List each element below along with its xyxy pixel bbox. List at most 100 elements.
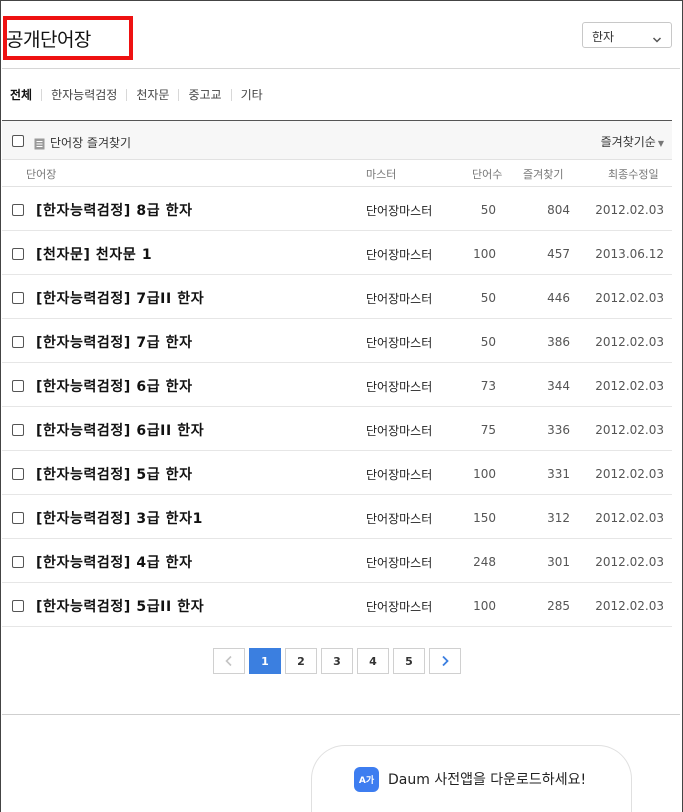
- table-row: [한자능력검정] 5급 한자 단어장마스터 100 331 2012.02.03: [2, 451, 672, 495]
- wordbook-title-link[interactable]: [한자능력검정] 6급 한자: [36, 376, 193, 396]
- favorite-count: 331: [547, 467, 570, 481]
- wordbook-title-link[interactable]: [한자능력검정] 5급 한자: [36, 464, 193, 484]
- app-download-banner[interactable]: A가 Daum 사전앱을 다운로드하세요!: [311, 745, 632, 812]
- wordbook-master: 단어장마스터: [366, 380, 433, 394]
- chevron-down-icon: [652, 30, 662, 49]
- wordbook-title-link[interactable]: [천자문] 천자문 1: [36, 244, 152, 264]
- wordbook-title-link[interactable]: [한자능력검정] 7급II 한자: [36, 288, 204, 308]
- modified-date: 2012.02.03: [595, 203, 664, 217]
- wordbook-master: 단어장마스터: [366, 292, 433, 306]
- wordbook-master: 단어장마스터: [366, 512, 433, 526]
- tab-middle-high-school[interactable]: 중고교: [178, 89, 230, 101]
- modified-date: 2012.02.03: [595, 335, 664, 349]
- wordbook-title-link[interactable]: [한자능력검정] 6급II 한자: [36, 420, 204, 440]
- row-checkbox[interactable]: [12, 600, 24, 612]
- page-button-1[interactable]: 1: [249, 648, 281, 674]
- wordbook-title-link[interactable]: [한자능력검정] 7급 한자: [36, 332, 193, 352]
- wordbook-title-link[interactable]: [한자능력검정] 5급II 한자: [36, 596, 204, 616]
- page-title: 공개단어장: [6, 29, 91, 51]
- favorite-count: 386: [547, 335, 570, 349]
- row-checkbox[interactable]: [12, 248, 24, 260]
- page-header: 공개단어장 한자: [2, 16, 680, 68]
- table-row: [한자능력검정] 4급 한자 단어장마스터 248 301 2012.02.03: [2, 539, 672, 583]
- wordbook-master: 단어장마스터: [366, 248, 433, 262]
- word-count: 75: [480, 423, 496, 437]
- favorite-count: 446: [547, 291, 570, 305]
- column-header-favorites: 즐겨찾기: [523, 168, 564, 181]
- pagination: 1 2 3 4 5: [213, 648, 461, 674]
- tab-hanja-test[interactable]: 한자능력검정: [41, 89, 126, 101]
- wordbook-master: 단어장마스터: [366, 468, 433, 482]
- modified-date: 2012.02.03: [595, 291, 664, 305]
- row-checkbox[interactable]: [12, 292, 24, 304]
- page-button-5[interactable]: 5: [393, 648, 425, 674]
- wordbook-master: 단어장마스터: [366, 556, 433, 570]
- header-divider: [2, 68, 680, 69]
- table-row: [한자능력검정] 8급 한자 단어장마스터 50 804 2012.02.03: [2, 187, 672, 231]
- wordbook-master: 단어장마스터: [366, 336, 433, 350]
- app-download-text: Daum 사전앱을 다운로드하세요!: [388, 772, 587, 788]
- modified-date: 2012.02.03: [595, 379, 664, 393]
- page-button-3[interactable]: 3: [321, 648, 353, 674]
- favorite-count: 344: [547, 379, 570, 393]
- page-button-2[interactable]: 2: [285, 648, 317, 674]
- page-button-4[interactable]: 4: [357, 648, 389, 674]
- row-checkbox[interactable]: [12, 204, 24, 216]
- row-checkbox[interactable]: [12, 424, 24, 436]
- favorite-count: 285: [547, 599, 570, 613]
- modified-date: 2012.02.03: [595, 467, 664, 481]
- word-count: 50: [480, 203, 496, 217]
- tab-thousand-characters[interactable]: 천자문: [126, 89, 178, 101]
- word-count: 100: [473, 247, 496, 261]
- add-favorites-button[interactable]: 단어장 즐겨찾기: [50, 134, 131, 151]
- prev-page-button[interactable]: [213, 648, 245, 674]
- wordbook-title-link[interactable]: [한자능력검정] 4급 한자: [36, 552, 193, 572]
- row-checkbox[interactable]: [12, 336, 24, 348]
- row-checkbox[interactable]: [12, 512, 24, 524]
- modified-date: 2012.02.03: [595, 423, 664, 437]
- table-row: [한자능력검정] 7급II 한자 단어장마스터 50 446 2012.02.0…: [2, 275, 672, 319]
- language-select-value: 한자: [592, 30, 615, 44]
- modified-date: 2012.02.03: [595, 511, 664, 525]
- list-toolbar: 단어장 즐겨찾기 즐겨찾기순 ▼: [2, 120, 672, 160]
- language-select[interactable]: 한자: [582, 22, 672, 48]
- dictionary-app-icon: A가: [354, 767, 379, 792]
- word-count: 73: [480, 379, 496, 393]
- table-row: [천자문] 천자문 1 단어장마스터 100 457 2013.06.12: [2, 231, 672, 275]
- favorite-count: 301: [547, 555, 570, 569]
- word-count: 100: [473, 467, 496, 481]
- sort-dropdown[interactable]: 즐겨찾기순 ▼: [601, 133, 664, 150]
- list-icon: [34, 135, 45, 154]
- favorite-count: 336: [547, 423, 570, 437]
- row-checkbox[interactable]: [12, 468, 24, 480]
- chevron-left-icon: [225, 655, 232, 667]
- caret-down-icon: ▼: [657, 139, 664, 148]
- table-row: [한자능력검정] 7급 한자 단어장마스터 50 386 2012.02.03: [2, 319, 672, 363]
- sort-label: 즐겨찾기순: [600, 135, 656, 149]
- table-row: [한자능력검정] 5급II 한자 단어장마스터 100 285 2012.02.…: [2, 583, 672, 627]
- word-count: 150: [473, 511, 496, 525]
- table-row: [한자능력검정] 6급II 한자 단어장마스터 75 336 2012.02.0…: [2, 407, 672, 451]
- row-checkbox[interactable]: [12, 380, 24, 392]
- row-checkbox[interactable]: [12, 556, 24, 568]
- wordbook-master: 단어장마스터: [366, 600, 433, 614]
- word-count: 50: [480, 335, 496, 349]
- column-header-words: 단어수: [472, 168, 503, 181]
- table-row: [한자능력검정] 3급 한자1 단어장마스터 150 312 2012.02.0…: [2, 495, 672, 539]
- select-all-checkbox[interactable]: [12, 135, 24, 147]
- wordbook-title-link[interactable]: [한자능력검정] 8급 한자: [36, 200, 193, 220]
- column-header-master: 마스터: [366, 168, 397, 181]
- modified-date: 2013.06.12: [595, 247, 664, 261]
- favorite-count: 804: [547, 203, 570, 217]
- modified-date: 2012.02.03: [595, 599, 664, 613]
- wordbook-master: 단어장마스터: [366, 204, 433, 218]
- wordbook-title-link[interactable]: [한자능력검정] 3급 한자1: [36, 508, 203, 528]
- tab-etc[interactable]: 기타: [230, 89, 272, 101]
- wordbook-master: 단어장마스터: [366, 424, 433, 438]
- chevron-right-icon: [442, 655, 449, 667]
- word-count: 50: [480, 291, 496, 305]
- tab-all[interactable]: 전체: [10, 89, 41, 101]
- next-page-button[interactable]: [429, 648, 461, 674]
- column-header-modified: 최종수정일: [608, 168, 659, 181]
- wordbook-list: [한자능력검정] 8급 한자 단어장마스터 50 804 2012.02.03 …: [2, 187, 672, 627]
